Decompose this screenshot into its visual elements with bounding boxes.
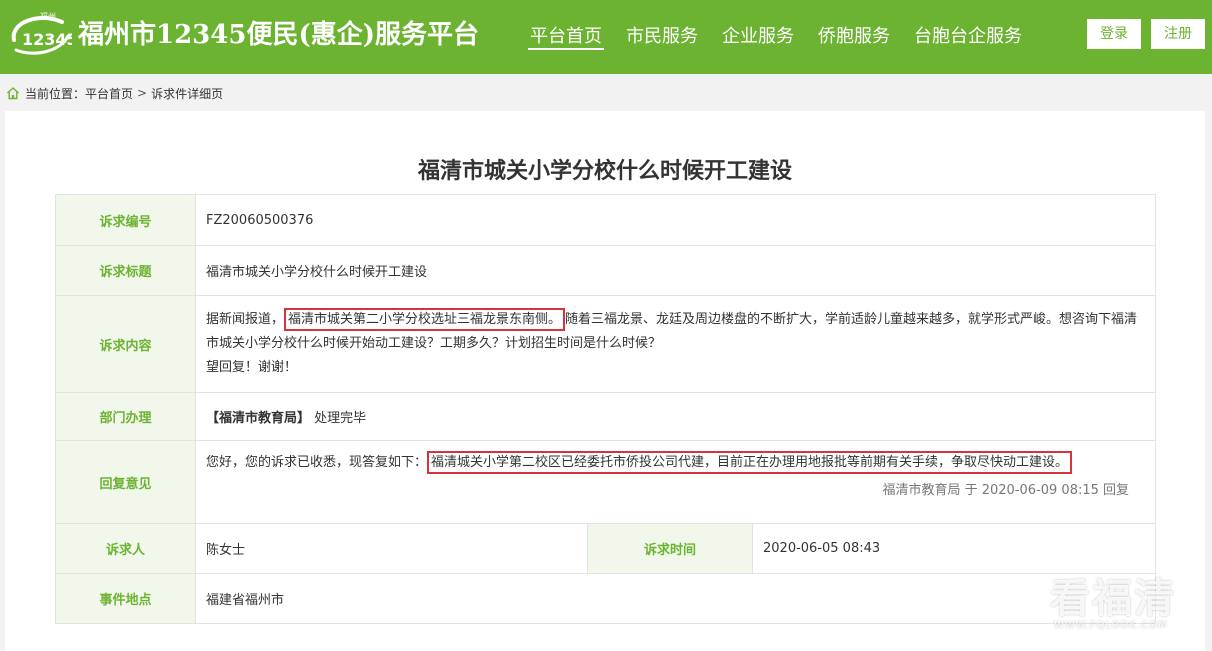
department-name: 【福清市教育局】 <box>206 411 311 426</box>
department-label: 部门办理 <box>55 392 196 441</box>
row-request-subject: 诉求标题 福清市城关小学分校什么时候开工建设 <box>55 245 1157 296</box>
request-id-label: 诉求编号 <box>55 194 196 246</box>
row-requester: 诉求人 陈女士 诉求时间 2020-06-05 08:43 <box>55 523 1157 574</box>
logo-number: 12345 <box>22 30 72 49</box>
main-nav: 平台首页 市民服务 企业服务 侨胞服务 台胞台企服务 <box>528 0 1044 74</box>
watermark-url: WWW.FQLOOK.COM <box>1054 620 1168 631</box>
reply-value: 您好，您的诉求已收悉，现答复如下： 福清城关小学第二校区已经委托市侨投公司代建，目… <box>194 440 1157 524</box>
breadcrumb-home-link[interactable]: 平台首页 <box>85 85 133 102</box>
logo-icon[interactable]: 福州 12345 <box>6 10 72 60</box>
location-value: 福建省福州市 <box>194 573 1157 624</box>
detail-table: 诉求编号 FZ20060500376 诉求标题 福清市城关小学分校什么时候开工建… <box>55 194 1157 624</box>
site-brand[interactable]: 福州市12345便民(惠企)服务平台 <box>78 14 479 51</box>
breadcrumb: 当前位置： 平台首页 > 诉求件详细页 <box>6 84 223 102</box>
content-intro: 据新闻报道， <box>206 312 285 327</box>
row-location: 事件地点 福建省福州市 <box>55 573 1157 624</box>
request-content-value: 据新闻报道， 福清市城关第二小学分校选址三福龙景东南侧。 随着三福龙景、龙廷及周边楼… <box>194 295 1157 393</box>
row-reply: 回复意见 您好，您的诉求已收悉，现答复如下： 福清城关小学第二校区已经委托市侨投公… <box>55 440 1157 524</box>
reply-label: 回复意见 <box>55 440 196 524</box>
login-button[interactable]: 登录 <box>1087 19 1141 49</box>
row-request-id: 诉求编号 FZ20060500376 <box>55 194 1157 246</box>
nav-item-overseas-chinese-services[interactable]: 侨胞服务 <box>816 0 892 74</box>
content-highlight: 福清市城关第二小学分校选址三福龙景东南侧。 <box>284 308 566 331</box>
request-subject-label: 诉求标题 <box>55 245 196 296</box>
nav-item-taiwan-services[interactable]: 台胞台企服务 <box>912 0 1024 74</box>
reply-meta: 福清市教育局 于 2020-06-09 08:15 回复 <box>882 483 1130 498</box>
site-header: 福州 12345 福州市12345便民(惠企)服务平台 平台首页 市民服务 企业… <box>0 0 1212 74</box>
nav-item-home[interactable]: 平台首页 <box>528 0 604 74</box>
requester-label: 诉求人 <box>55 523 196 574</box>
reply-highlight: 福清城关小学第二校区已经委托市侨投公司代建，目前正在办理用地报批等前期有关手续，… <box>427 451 1073 474</box>
request-subject-value: 福清市城关小学分校什么时候开工建设 <box>194 245 1157 296</box>
request-content-label: 诉求内容 <box>55 295 196 393</box>
watermark: 看福清 WWW.FQLOOK.COM <box>1050 566 1190 636</box>
register-button[interactable]: 注册 <box>1151 19 1205 49</box>
reply-intro: 您好，您的诉求已收悉，现答复如下： <box>206 455 428 470</box>
breadcrumb-current: 诉求件详细页 <box>151 86 224 101</box>
request-id-value: FZ20060500376 <box>194 194 1157 246</box>
nav-item-citizen-services[interactable]: 市民服务 <box>624 0 700 74</box>
nav-item-enterprise-services[interactable]: 企业服务 <box>720 0 796 74</box>
department-value: 【福清市教育局】 处理完毕 <box>194 392 1157 441</box>
row-request-content: 诉求内容 据新闻报道， 福清市城关第二小学分校选址三福龙景东南侧。 随着三福龙景、龙… <box>55 295 1157 393</box>
location-label: 事件地点 <box>55 573 196 624</box>
page-title: 福清市城关小学分校什么时候开工建设 <box>417 159 792 184</box>
content-closing: 望回复！谢谢！ <box>206 360 298 375</box>
requester-value: 陈女士 <box>195 523 588 574</box>
department-status: 处理完毕 <box>314 411 367 426</box>
home-icon <box>6 86 20 100</box>
logo-text: 福州 <box>40 12 56 21</box>
request-content-text: 据新闻报道， 福清市城关第二小学分校选址三福龙景东南侧。 随着三福龙景、龙廷及周边楼… <box>206 308 1145 356</box>
watermark-logo-text: 看福清 <box>1050 576 1176 622</box>
reply-text: 您好，您的诉求已收悉，现答复如下： 福清城关小学第二校区已经委托市侨投公司代建，目… <box>206 451 1145 475</box>
breadcrumb-prefix: 当前位置： <box>25 86 86 101</box>
request-time-label: 诉求时间 <box>587 523 753 574</box>
detail-card: 福清市城关小学分校什么时候开工建设 诉求编号 FZ20060500376 诉求标… <box>5 111 1205 651</box>
row-department: 部门办理 【福清市教育局】 处理完毕 <box>55 392 1157 441</box>
breadcrumb-separator: > <box>137 86 148 100</box>
